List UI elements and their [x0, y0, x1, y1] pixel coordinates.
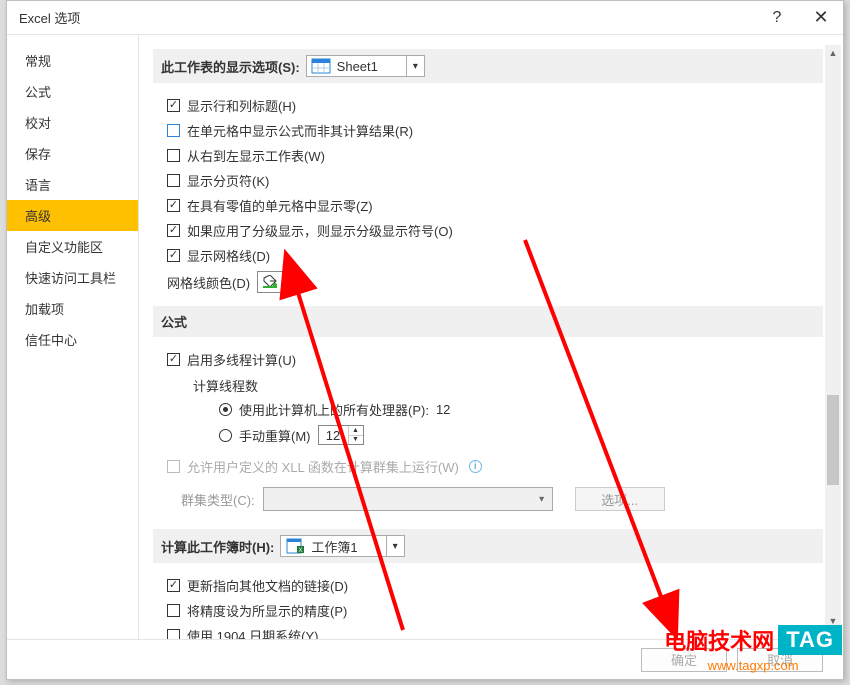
thread-count-spinner[interactable]: 12 ▲▼	[318, 425, 364, 445]
info-icon[interactable]: i	[469, 460, 482, 473]
radio-manual[interactable]: 手动重算(M) 12 ▲▼	[167, 422, 823, 448]
opt-label: 从右到左显示工作表(W)	[187, 146, 325, 165]
checkbox-icon	[167, 124, 180, 137]
opt-precision-displayed[interactable]: 将精度设为所显示的精度(P)	[167, 598, 823, 623]
section-workbook-calc: 计算此工作簿时(H): X 工作簿1 ▾	[153, 529, 823, 563]
checkbox-icon	[167, 460, 180, 473]
opt-label: 在单元格中显示公式而非其计算结果(R)	[187, 121, 413, 140]
row-gridline-color: 网格线颜色(D) ▾	[167, 268, 823, 296]
radio-icon	[219, 429, 232, 442]
checkbox-icon: ✓	[167, 199, 180, 212]
opt-label: 启用多线程计算(U)	[187, 350, 296, 369]
cluster-type-select: ▾	[263, 487, 553, 511]
opt-update-links[interactable]: ✓ 更新指向其他文档的链接(D)	[167, 573, 823, 598]
radio-label: 手动重算(M)	[239, 426, 311, 445]
sidebar: 常规 公式 校对 保存 语言 高级 自定义功能区 快速访问工具栏 加载项 信任中…	[7, 35, 139, 639]
section-formulas: 公式	[153, 306, 823, 337]
checkbox-icon	[167, 629, 180, 639]
chevron-down-icon: ▾	[283, 277, 288, 288]
checkbox-icon: ✓	[167, 249, 180, 262]
checkbox-icon	[167, 604, 180, 617]
sidebar-item-proofing[interactable]: 校对	[7, 107, 138, 138]
spinner-down-icon[interactable]: ▼	[349, 436, 363, 445]
radio-icon	[219, 403, 232, 416]
sidebar-item-customize-ribbon[interactable]: 自定义功能区	[7, 231, 138, 262]
sidebar-item-trust-center[interactable]: 信任中心	[7, 324, 138, 355]
vertical-scrollbar[interactable]: ▲ ▼	[825, 45, 841, 629]
opt-show-headers[interactable]: ✓ 显示行和列标题(H)	[167, 93, 823, 118]
sidebar-item-formulas[interactable]: 公式	[7, 76, 138, 107]
checkbox-icon: ✓	[167, 579, 180, 592]
chevron-down-icon[interactable]: ▾	[406, 55, 424, 77]
opt-label: 显示分页符(K)	[187, 171, 269, 190]
workbook-icon: X	[285, 538, 305, 554]
opt-label: 允许用户定义的 XLL 函数在计算群集上运行(W)	[187, 457, 459, 476]
checkbox-icon: ✓	[167, 353, 180, 366]
watermark: 电脑技术网 TAG www.tagxp.com	[664, 624, 842, 673]
workbook-select[interactable]: X 工作簿1 ▾	[280, 535, 404, 557]
opt-multithread[interactable]: ✓ 启用多线程计算(U)	[167, 347, 823, 372]
section-worksheet-title: 此工作表的显示选项(S):	[161, 57, 300, 76]
opt-label: 使用 1904 日期系统(Y)	[187, 626, 318, 639]
checkbox-icon: ✓	[167, 224, 180, 237]
svg-text:X: X	[299, 548, 303, 554]
sidebar-item-advanced[interactable]: 高级	[7, 200, 138, 231]
window-title: Excel 选项	[7, 8, 80, 27]
sidebar-item-addins[interactable]: 加载项	[7, 293, 138, 324]
checkbox-icon	[167, 174, 180, 187]
close-button[interactable]: ✕	[799, 1, 843, 35]
chevron-down-icon[interactable]: ▾	[386, 535, 404, 557]
worksheet-select-value: Sheet1	[335, 59, 406, 74]
checkbox-icon: ✓	[167, 99, 180, 112]
threads-heading: 计算线程数	[167, 372, 823, 397]
radio-all-processors[interactable]: 使用此计算机上的所有处理器(P): 12	[167, 397, 823, 422]
opt-xll-cluster: 允许用户定义的 XLL 函数在计算群集上运行(W) i	[167, 454, 823, 479]
processor-count: 12	[436, 402, 450, 417]
paint-bucket-icon	[261, 275, 279, 289]
gridline-color-label: 网格线颜色(D)	[167, 273, 250, 292]
scroll-thumb[interactable]	[827, 395, 839, 485]
workbook-select-value: 工作簿1	[309, 537, 385, 556]
worksheet-select[interactable]: Sheet1 ▾	[306, 55, 425, 77]
radio-label: 使用此计算机上的所有处理器(P):	[239, 400, 429, 419]
opt-outline-symbols[interactable]: ✓ 如果应用了分级显示，则显示分级显示符号(O)	[167, 218, 823, 243]
opt-label: 将精度设为所显示的精度(P)	[187, 601, 347, 620]
opt-page-breaks[interactable]: 显示分页符(K)	[167, 168, 823, 193]
opt-show-gridlines[interactable]: ✓ 显示网格线(D)	[167, 243, 823, 268]
sidebar-item-save[interactable]: 保存	[7, 138, 138, 169]
section-worksheet-display: 此工作表的显示选项(S): Sheet1 ▾	[153, 49, 823, 83]
opt-label: 显示行和列标题(H)	[187, 96, 296, 115]
sidebar-item-language[interactable]: 语言	[7, 169, 138, 200]
opt-label: 显示网格线(D)	[187, 246, 270, 265]
sidebar-item-qat[interactable]: 快速访问工具栏	[7, 262, 138, 293]
spinner-up-icon[interactable]: ▲	[349, 426, 363, 436]
checkbox-icon	[167, 149, 180, 162]
opt-label: 在具有零值的单元格中显示零(Z)	[187, 196, 373, 215]
section-workbook-title: 计算此工作簿时(H):	[161, 537, 274, 556]
chevron-down-icon: ▾	[532, 494, 552, 505]
opt-show-formulas[interactable]: 在单元格中显示公式而非其计算结果(R)	[167, 118, 823, 143]
opt-rtl-sheet[interactable]: 从右到左显示工作表(W)	[167, 143, 823, 168]
spinner-value: 12	[319, 426, 349, 444]
opt-label: 更新指向其他文档的链接(D)	[187, 576, 348, 595]
cluster-options-button: 选项...	[575, 487, 665, 511]
opt-label: 如果应用了分级显示，则显示分级显示符号(O)	[187, 221, 453, 240]
watermark-text: 电脑技术网	[664, 624, 774, 656]
sidebar-item-general[interactable]: 常规	[7, 45, 138, 76]
help-button[interactable]: ?	[755, 1, 799, 35]
opt-show-zeros[interactable]: ✓ 在具有零值的单元格中显示零(Z)	[167, 193, 823, 218]
scroll-up-icon[interactable]: ▲	[825, 45, 841, 61]
watermark-url: www.tagxp.com	[708, 658, 799, 673]
section-formulas-title: 公式	[161, 312, 187, 331]
gridline-color-picker[interactable]: ▾	[257, 271, 295, 293]
cluster-type-label: 群集类型(C):	[181, 490, 255, 509]
row-cluster-type: 群集类型(C): ▾ 选项...	[167, 483, 823, 515]
worksheet-icon	[311, 58, 331, 74]
watermark-tag: TAG	[778, 625, 842, 655]
